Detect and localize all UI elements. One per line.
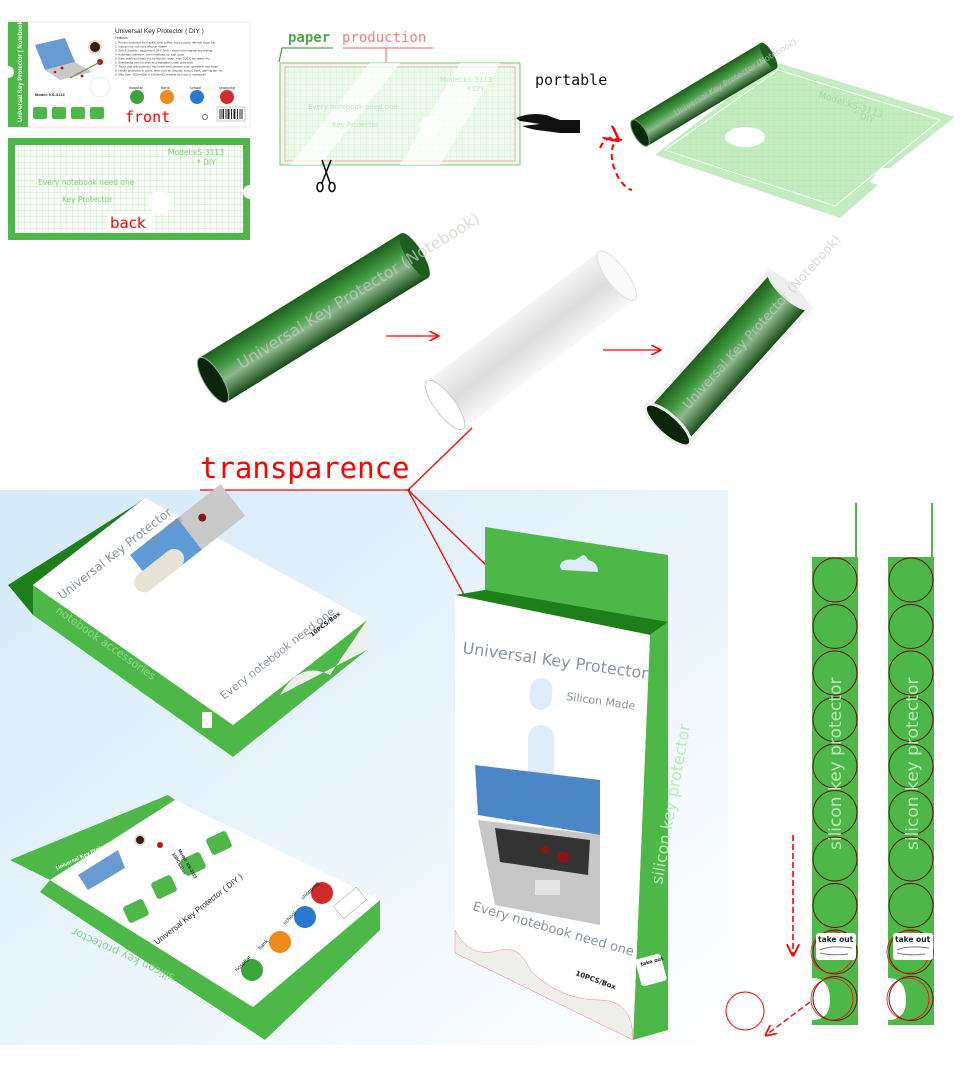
transparent-roll — [424, 250, 637, 431]
back-card-slogan: Every notebook need one — [38, 178, 135, 187]
badge-label: shopping — [219, 86, 235, 90]
paper-diy: * DIY — [467, 85, 485, 93]
rotate-arrow-icon — [599, 138, 632, 191]
bank-badge-icon — [269, 931, 291, 953]
paper-name: Key Protector — [332, 121, 379, 129]
illustration-canvas: Universal Key Protector ( Notebook ) Uni… — [0, 17, 955, 1045]
arrow-take-out-icon — [766, 1001, 811, 1035]
bank-badge-icon — [160, 90, 174, 104]
feature-item: 9. Max Size: 310mm(W) X 130mm(D),suitabl… — [115, 73, 206, 77]
paper-slogan: Every notebook need one — [308, 103, 398, 111]
green-roll-in-sleeve: Universal Key Protector (Notebook) — [643, 233, 844, 448]
back-card-diy: * DIY — [197, 158, 216, 167]
hospital-badge-icon — [130, 90, 144, 104]
badge-label: bank — [161, 86, 171, 90]
back-caption: back — [110, 214, 146, 232]
badge-label: hospital — [129, 86, 143, 90]
front-card-title: Universal Key Protector ( DIY ) — [115, 28, 204, 35]
paper-label: paper — [288, 30, 330, 46]
take-out-label-right: take out — [893, 933, 933, 960]
removed-protector-circle — [725, 991, 765, 1031]
roll-text: Universal Key Protector (Notebook) — [680, 233, 844, 413]
shopping-badge-icon — [220, 90, 234, 104]
front-caption: front — [125, 108, 170, 126]
front-card-side-label: Universal Key Protector ( Notebook ) — [18, 17, 24, 122]
front-card-features-heading: Features: — [115, 36, 129, 40]
production-label: production — [342, 30, 426, 46]
box-hanging-view: Universal Key Protector Silicon Made Eve… — [454, 527, 694, 1041]
back-card-name: Key Protector — [62, 195, 113, 204]
take-out-text: take out — [818, 935, 854, 944]
front-card-model: Model: KS-3113 — [35, 92, 65, 97]
front-card: Universal Key Protector ( Notebook ) Uni… — [2, 17, 251, 128]
take-out-label-icon — [202, 712, 212, 728]
take-out-text: take out — [895, 935, 931, 944]
hand-icon — [516, 114, 580, 133]
back-card: Model:kS-3113 * DIY Every notebook need … — [8, 138, 257, 240]
roll-text: Universal Key Protector (Notebook) — [234, 209, 483, 373]
paper-model: Model:kS-3113 — [440, 76, 492, 84]
portable-label: portable — [535, 71, 607, 89]
strip-left-side-text: silicon key protector — [826, 678, 846, 850]
barcode-icon — [216, 106, 246, 122]
school-badge-icon — [190, 90, 204, 104]
back-card-model: Model:kS-3113 — [168, 148, 224, 157]
badge-label: school — [190, 86, 201, 90]
transparence-label: transparence — [200, 451, 410, 485]
strip-right-side-text: silicon key protector — [903, 678, 923, 850]
take-out-label-left: take out — [816, 933, 856, 960]
school-badge-icon — [294, 906, 316, 928]
unrolling-protector-sheet: Model:kS-3113 * DIY Universal Key Protec… — [630, 37, 955, 218]
paper-production-sheet: paper production Model:kS-3113 * DIY Eve… — [278, 30, 521, 193]
